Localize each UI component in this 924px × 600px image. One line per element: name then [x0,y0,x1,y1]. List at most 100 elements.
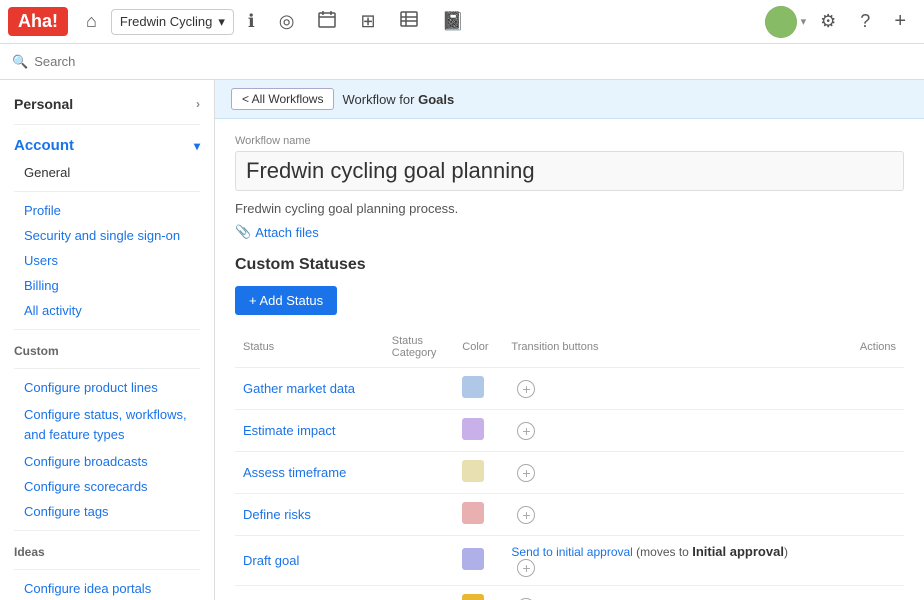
status-color-cell [454,586,503,600]
status-name-cell: Gather market data [235,368,384,410]
account-chevron: ▾ [194,139,200,153]
color-swatch[interactable] [462,376,484,398]
add-icon-btn[interactable]: + [884,4,916,39]
status-category-cell [384,494,454,536]
status-name-cell: Draft goal [235,536,384,586]
sidebar-item-all-activity[interactable]: All activity [0,298,214,323]
add-transition-button[interactable]: + [517,380,535,398]
ideas-label: Ideas [0,537,214,563]
status-actions-cell [843,368,904,410]
calendar-icon-btn[interactable] [308,4,346,39]
sidebar-divider-1 [14,124,200,125]
status-name-link[interactable]: Draft goal [243,553,299,568]
account-label: Account [14,137,74,154]
personal-section[interactable]: Personal › [0,90,214,118]
status-category-cell [384,586,454,600]
search-container: 🔍 [12,54,194,70]
help-icon-btn[interactable]: ? [850,5,880,38]
transition-end-text: ) [784,545,788,559]
custom-items: Configure product lines Configure status… [0,375,214,524]
status-category-cell [384,410,454,452]
workflow-description: Fredwin cycling goal planning process. [235,201,904,216]
table-row: Draft goal Send to initial approval (move… [235,536,904,586]
add-transition-button[interactable]: + [517,422,535,440]
logo-button[interactable]: Aha! [8,7,68,36]
sidebar-item-configure-idea-portals[interactable]: Configure idea portals [0,576,214,600]
account-section[interactable]: Account ▾ [0,131,214,160]
paperclip-icon: 📎 [235,224,251,240]
grid-icon-btn[interactable]: ⊞ [350,5,385,38]
sidebar-item-billing[interactable]: Billing [0,273,214,298]
search-icon: 🔍 [12,54,28,70]
color-swatch[interactable] [462,502,484,524]
status-name-link[interactable]: Estimate impact [243,423,335,438]
status-category-cell [384,368,454,410]
color-swatch[interactable] [462,548,484,570]
list-icon-btn[interactable] [390,4,428,39]
home-icon-btn[interactable]: ⌂ [76,5,107,38]
sidebar-item-profile[interactable]: Profile [0,198,214,223]
status-category-cell [384,452,454,494]
add-transition-button[interactable]: + [517,506,535,524]
sidebar-item-configure-tags[interactable]: Configure tags [0,499,214,524]
status-color-cell [454,410,503,452]
info-icon-btn[interactable]: ℹ [238,5,265,38]
main-layout: Personal › Account ▾ General Profile Sec… [0,80,924,600]
table-row: Estimate impact + [235,410,904,452]
search-input[interactable] [34,54,194,69]
top-nav: Aha! ⌂ Fredwin Cycling ▾ ℹ ◎ ⊞ 📓 ▾ ⚙ ? + [0,0,924,44]
workflow-name-input[interactable] [235,151,904,191]
sidebar-item-configure-scorecards[interactable]: Configure scorecards [0,474,214,499]
status-name-cell: Define risks [235,494,384,536]
attach-files-button[interactable]: 📎 Attach files [235,224,904,240]
sidebar-item-configure-status[interactable]: Configure status, workflows,and feature … [0,400,214,449]
color-swatch[interactable] [462,460,484,482]
sidebar-divider-5 [14,569,200,570]
status-actions-cell [843,586,904,600]
notebook-icon-btn[interactable]: 📓 [432,5,474,38]
attach-files-label: Attach files [255,225,319,240]
status-name-link[interactable]: Assess timeframe [243,465,346,480]
transition-text: (moves to [633,545,692,559]
chevron-down-icon: ▾ [218,14,225,30]
statuses-table: Status Status Category Color Transition … [235,331,904,600]
status-name-link[interactable]: Define risks [243,507,311,522]
add-transition-button[interactable]: + [517,559,535,577]
col-category-header: Status Category [384,331,454,368]
breadcrumb-bar: < All Workflows Workflow for Goals [215,80,924,119]
account-items: General Profile Security and single sign… [0,160,214,323]
add-transition-button[interactable]: + [517,464,535,482]
status-name-cell: Initial approval [235,586,384,600]
sidebar-item-configure-broadcasts[interactable]: Configure broadcasts [0,449,214,474]
ideas-items: Configure idea portals [0,576,214,600]
status-transition-cell: + [503,410,843,452]
status-actions-cell [843,536,904,586]
workflow-name-label: Workflow name [235,135,904,147]
color-swatch[interactable] [462,418,484,440]
status-actions-cell [843,410,904,452]
sidebar-item-configure-product-lines[interactable]: Configure product lines [0,375,214,400]
status-color-cell [454,536,503,586]
sidebar-divider-3 [14,368,200,369]
color-swatch[interactable] [462,594,484,600]
sidebar-item-general[interactable]: General [0,160,214,185]
table-row: Initial approval+ [235,586,904,600]
sidebar-item-users[interactable]: Users [0,248,214,273]
sidebar-item-security[interactable]: Security and single sign-on [0,223,214,248]
workspace-label: Fredwin Cycling [120,14,212,29]
status-actions-cell [843,494,904,536]
workspace-selector[interactable]: Fredwin Cycling ▾ [111,9,234,35]
avatar-button[interactable] [765,6,797,38]
all-workflows-back-button[interactable]: < All Workflows [231,88,334,110]
status-color-cell [454,494,503,536]
breadcrumb-title: Workflow for Goals [342,92,454,107]
personal-label: Personal [14,96,73,112]
status-name-link[interactable]: Gather market data [243,381,355,396]
transition-link[interactable]: Send to initial approval [511,545,632,559]
settings-icon-btn[interactable]: ⚙ [810,5,846,38]
add-status-button[interactable]: + Add Status [235,286,337,315]
custom-statuses-title: Custom Statuses [235,256,904,274]
col-transition-header: Transition buttons [503,331,843,368]
target-icon-btn[interactable]: ◎ [269,5,305,38]
avatar-chevron: ▾ [801,15,807,28]
